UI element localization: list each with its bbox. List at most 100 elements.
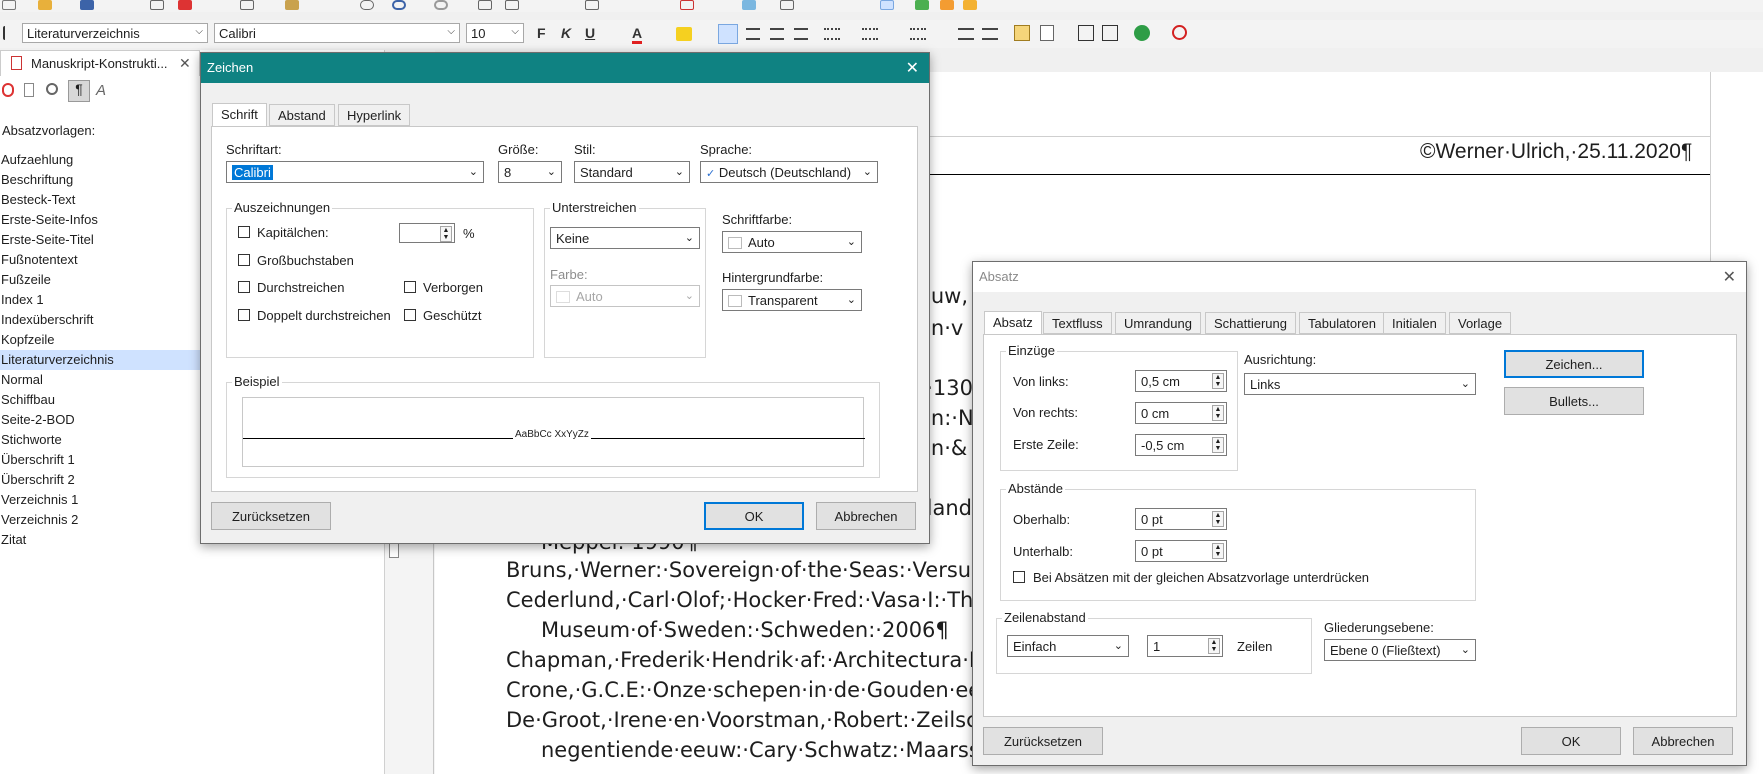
bullet-list-icon[interactable]	[824, 28, 840, 40]
doppelt-checkbox[interactable]	[238, 309, 250, 321]
list-item[interactable]: Stichworte	[0, 430, 200, 450]
track-changes-icon[interactable]	[780, 0, 794, 10]
verborgen-checkbox[interactable]	[404, 281, 416, 293]
spinner-icon[interactable]: ▲ ▼	[1212, 373, 1224, 389]
pdf-icon[interactable]	[178, 0, 192, 10]
b-orange-icon[interactable]	[963, 0, 977, 10]
paragraph-dialog-icon[interactable]	[1040, 25, 1054, 41]
numbered-list-icon[interactable]	[862, 28, 878, 40]
list-item[interactable]: Besteck-Text	[0, 190, 200, 210]
list-item[interactable]: Normal	[0, 370, 200, 390]
comment-icon[interactable]	[742, 0, 756, 10]
p-green-icon[interactable]	[915, 0, 929, 10]
font-name-field[interactable]: Calibri ⌄	[226, 161, 484, 183]
indent-increase-icon[interactable]	[982, 28, 998, 40]
spinner-icon[interactable]: ▲ ▼	[1212, 405, 1224, 421]
underline-field[interactable]: Keine ⌄	[550, 227, 700, 249]
bg-color-field[interactable]: Transparent ⌄	[722, 289, 862, 311]
list-item[interactable]: Erste-Seite-Infos	[0, 210, 200, 230]
redo-icon[interactable]	[434, 0, 448, 10]
search-icon[interactable]	[46, 83, 58, 95]
tab-tabulatoren[interactable]: Tabulatoren	[1299, 312, 1385, 334]
tab-abstand[interactable]: Abstand	[269, 104, 335, 126]
tab-schattierung[interactable]: Schattierung	[1205, 312, 1296, 334]
left-indent-field[interactable]: 0,5 cm ▲ ▼	[1135, 370, 1227, 392]
geschuetzt-checkbox[interactable]	[404, 309, 416, 321]
extension-green-icon[interactable]	[1134, 25, 1150, 41]
language-field[interactable]: ✓ Deutsch (Deutschland) ⌄	[700, 161, 878, 183]
find-icon[interactable]	[360, 0, 374, 10]
spinner-icon[interactable]: ▲ ▼	[1212, 543, 1224, 559]
zeichen-reset-button[interactable]: Zurücksetzen	[211, 502, 331, 530]
justify-icon[interactable]	[794, 28, 808, 40]
spinner-icon[interactable]: ▲ ▼	[1212, 511, 1224, 527]
new-style-icon[interactable]	[2, 83, 14, 97]
open-folder-icon[interactable]	[38, 0, 52, 10]
suppress-checkbox[interactable]	[1013, 571, 1025, 583]
list-item[interactable]: Seite-2-BOD	[0, 410, 200, 430]
power-icon[interactable]	[1172, 25, 1187, 40]
font-color-field[interactable]: Auto ⌄	[722, 231, 862, 253]
font-style-field[interactable]: Standard ⌄	[574, 161, 690, 183]
font-color-button[interactable]: A	[632, 25, 643, 44]
percent-field[interactable]: ▲ ▼	[399, 223, 455, 243]
save-icon[interactable]	[80, 0, 94, 10]
font-size-combo[interactable]: 10 ⌵	[466, 23, 524, 43]
outline-list-icon[interactable]	[910, 28, 926, 40]
first-line-field[interactable]: -0,5 cm ▲ ▼	[1135, 434, 1227, 456]
above-field[interactable]: 0 pt ▲ ▼	[1135, 508, 1227, 530]
list-item[interactable]: Indexüberschrift	[0, 310, 200, 330]
paragraph-style-combo[interactable]: Literaturverzeichnis ⌵	[22, 23, 208, 43]
tab-textfluss[interactable]: Textfluss	[1043, 312, 1112, 334]
kapitaelchen-checkbox[interactable]	[238, 226, 250, 238]
bullets-button[interactable]: Bullets...	[1504, 387, 1644, 415]
italic-button[interactable]: K	[561, 25, 571, 41]
list-item[interactable]: Überschrift 1	[0, 450, 200, 470]
paste-icon[interactable]	[285, 0, 299, 10]
list-item[interactable]: Überschrift 2	[0, 470, 200, 490]
spinner-icon[interactable]: ▲ ▼	[440, 226, 452, 242]
align-center-icon[interactable]	[746, 28, 760, 40]
frame-style-icon[interactable]	[1078, 25, 1094, 41]
durchstreichen-checkbox[interactable]	[238, 281, 250, 293]
cut-icon[interactable]	[240, 0, 254, 10]
absatz-ok-button[interactable]: OK	[1521, 727, 1621, 755]
tab-umrandung[interactable]: Umrandung	[1115, 312, 1201, 334]
list-item[interactable]: Index 1	[0, 290, 200, 310]
line-count-field[interactable]: 1 ▲ ▼	[1147, 635, 1223, 657]
chart-icon[interactable]	[585, 0, 599, 10]
list-item[interactable]: Zitat	[0, 530, 200, 550]
spinner-icon[interactable]: ▲ ▼	[1208, 638, 1220, 654]
document-tab[interactable]: Manuskript-Konstrukti... ✕	[0, 50, 200, 76]
undo-icon[interactable]	[392, 0, 406, 10]
style-actions-icon[interactable]	[24, 83, 34, 97]
list-item[interactable]: Beschriftung	[0, 170, 200, 190]
tab-vorlage[interactable]: Vorlage	[1449, 312, 1512, 334]
image-icon[interactable]	[505, 0, 519, 10]
zeichen-titlebar[interactable]: Zeichen ✕	[201, 53, 929, 83]
absatz-cancel-button[interactable]: Abbrechen	[1633, 727, 1733, 755]
align-left-icon[interactable]	[718, 24, 738, 44]
list-item[interactable]: Fußzeile	[0, 270, 200, 290]
close-icon[interactable]: ✕	[179, 55, 191, 72]
list-item-selected[interactable]: Literaturverzeichnis	[0, 350, 200, 370]
list-item[interactable]: Aufzaehlung	[0, 150, 200, 170]
bold-button[interactable]: F	[537, 25, 546, 41]
s-orange-icon[interactable]	[940, 0, 954, 10]
absatz-titlebar[interactable]: Absatz ✕	[973, 262, 1746, 292]
right-indent-field[interactable]: 0 cm ▲ ▼	[1135, 402, 1227, 424]
table-icon[interactable]	[478, 0, 492, 10]
font-name-combo[interactable]: Calibri ⌵	[214, 23, 460, 43]
line-spacing-field[interactable]: Einfach ⌄	[1007, 635, 1129, 657]
close-icon[interactable]: ✕	[906, 58, 919, 78]
tab-initialen[interactable]: Initialen	[1383, 312, 1446, 334]
spinner-icon[interactable]: ▲ ▼	[1212, 437, 1224, 453]
character-dialog-icon[interactable]	[1014, 25, 1030, 41]
zeichen-ok-button[interactable]: OK	[704, 502, 804, 530]
zeichen-button[interactable]: Zeichen...	[1504, 350, 1644, 378]
align-right-icon[interactable]	[770, 28, 784, 40]
list-item[interactable]: Erste-Seite-Titel	[0, 230, 200, 250]
list-item[interactable]: Verzeichnis 1	[0, 490, 200, 510]
list-item[interactable]: Schiffbau	[0, 390, 200, 410]
tab-hyperlink[interactable]: Hyperlink	[338, 104, 411, 126]
